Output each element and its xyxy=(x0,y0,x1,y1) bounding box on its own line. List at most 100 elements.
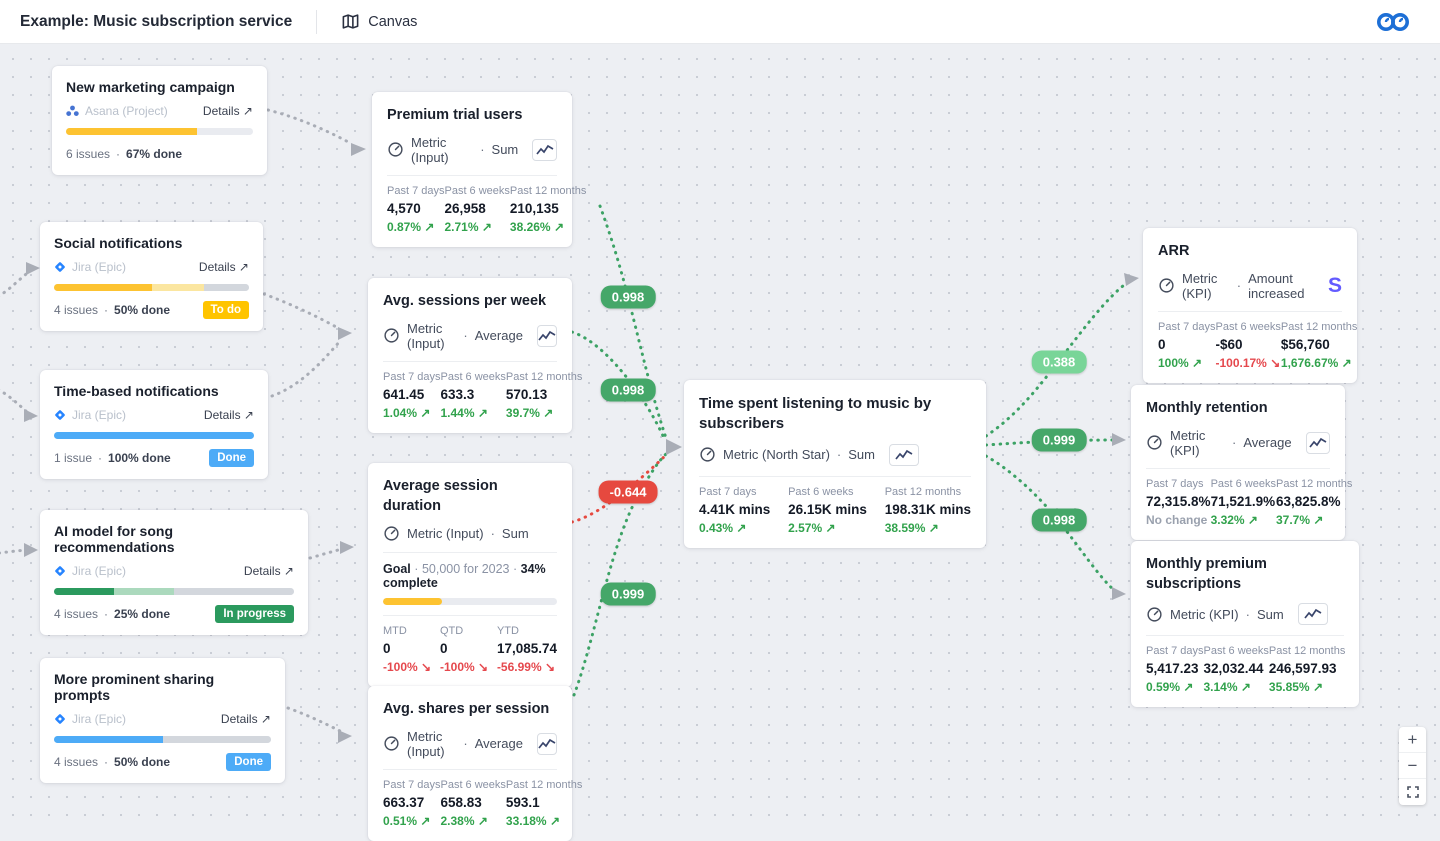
correlation-badge[interactable]: 0.998 xyxy=(601,379,656,402)
done-percent: 100% done xyxy=(108,451,171,465)
metric-value: 246,597.93 xyxy=(1269,661,1345,676)
metric-title: Avg. shares per session xyxy=(383,700,557,720)
work-card-ai-model[interactable]: AI model for song recommendations Jira (… xyxy=(40,510,308,635)
divider xyxy=(1158,311,1342,312)
chart-preview-button[interactable] xyxy=(889,444,919,466)
separator: · xyxy=(480,142,484,157)
metric-type: Metric (Input) xyxy=(407,526,484,541)
jira-icon xyxy=(54,713,66,725)
chart-preview-button[interactable] xyxy=(1306,432,1330,454)
canvas[interactable]: New marketing campaign Asana (Project) D… xyxy=(0,44,1440,823)
chart-preview-button[interactable] xyxy=(537,325,557,347)
period-label: Past 6 weeks xyxy=(1211,478,1276,490)
details-link[interactable]: Details ↗ xyxy=(199,260,249,274)
page-title: Example: Music subscription service xyxy=(20,13,292,31)
details-link[interactable]: Details ↗ xyxy=(204,408,254,422)
header-divider xyxy=(316,10,317,34)
metric-gauge-icon xyxy=(1146,606,1163,623)
separator: · xyxy=(513,562,517,576)
separator: · xyxy=(1232,435,1236,450)
metric-value: 0 xyxy=(1158,337,1215,352)
period-label: Past 7 days xyxy=(383,371,440,383)
metric-delta: No change xyxy=(1146,513,1211,527)
metric-delta: 33.18% ↗ xyxy=(506,814,582,828)
nav-canvas-label: Canvas xyxy=(368,14,417,30)
issues-count: 4 issues xyxy=(54,303,98,317)
period-label: YTD xyxy=(497,625,557,637)
work-card-time-based-notifications[interactable]: Time-based notifications Jira (Epic) Det… xyxy=(40,370,268,479)
progress-bar xyxy=(54,736,271,743)
metric-card-avg-shares[interactable]: Avg. shares per session Metric (Input) ·… xyxy=(368,686,572,841)
arrowhead xyxy=(666,439,682,455)
zoom-in-button[interactable]: + xyxy=(1399,727,1426,753)
metric-delta: 1.44% ↗ xyxy=(440,406,505,420)
correlation-badge[interactable]: 0.998 xyxy=(1032,509,1087,532)
doubleloop-logo[interactable] xyxy=(1375,9,1412,35)
metric-card-avg-session-duration[interactable]: Average session duration Metric (Input) … xyxy=(368,463,572,687)
metric-delta: -56.99% ↘ xyxy=(497,660,557,674)
edge-marketing-premiumtrial xyxy=(268,110,352,144)
metric-value: 198.31K mins xyxy=(885,502,971,517)
metric-delta: 3.32% ↗ xyxy=(1211,513,1276,527)
metric-agg: Average xyxy=(1243,435,1291,450)
stripe-icon: S xyxy=(1328,275,1342,296)
metric-delta: 3.14% ↗ xyxy=(1203,680,1268,694)
details-link[interactable]: Details ↗ xyxy=(221,712,271,726)
metric-title: Monthly premium subscriptions xyxy=(1146,555,1344,594)
correlation-badge[interactable]: 0.388 xyxy=(1032,351,1087,374)
period-label: Past 7 days xyxy=(1146,478,1211,490)
status-badge: To do xyxy=(203,301,249,319)
work-card-sharing-prompts[interactable]: More prominent sharing prompts Jira (Epi… xyxy=(40,658,285,783)
chart-preview-button[interactable] xyxy=(537,733,557,755)
separator: · xyxy=(837,447,841,462)
divider xyxy=(383,552,557,553)
edge-premiumtrial-northstar xyxy=(600,206,666,438)
chart-preview-button[interactable] xyxy=(1298,603,1328,625)
metric-title: Average session duration xyxy=(383,477,557,516)
metric-card-monthly-retention[interactable]: Monthly retention Metric (KPI) · Average… xyxy=(1131,385,1345,540)
nav-canvas[interactable]: Canvas xyxy=(341,12,417,31)
metric-delta: 2.57% ↗ xyxy=(788,521,867,535)
metric-card-avg-sessions[interactable]: Avg. sessions per week Metric (Input) · … xyxy=(368,278,572,433)
zoom-out-button[interactable]: − xyxy=(1399,753,1426,779)
metric-delta: -100% ↘ xyxy=(383,660,431,674)
card-title: More prominent sharing prompts xyxy=(54,671,271,703)
status-badge: Done xyxy=(209,449,254,467)
done-percent: 67% done xyxy=(126,147,182,161)
metric-delta: 2.71% ↗ xyxy=(444,220,509,234)
zoom-controls: + − xyxy=(1399,727,1426,805)
chart-preview-button[interactable] xyxy=(532,139,557,161)
separator: · xyxy=(414,562,418,576)
metric-value: 4.41K mins xyxy=(699,502,770,517)
metric-delta: 39.7% ↗ xyxy=(506,406,582,420)
correlation-badge[interactable]: 0.999 xyxy=(601,583,656,606)
metric-delta: 1,676.67% ↗ xyxy=(1281,356,1357,370)
period-label: Past 12 months xyxy=(510,185,586,197)
period-label: Past 12 months xyxy=(1281,321,1357,333)
correlation-badge[interactable]: 0.999 xyxy=(1032,429,1087,452)
metric-card-premium-trial-users[interactable]: Premium trial users Metric (Input) · Sum… xyxy=(372,92,572,247)
fit-view-button[interactable] xyxy=(1399,779,1426,805)
metric-delta: 100% ↗ xyxy=(1158,356,1215,370)
card-title: Time-based notifications xyxy=(54,383,254,399)
period-label: Past 7 days xyxy=(699,486,770,498)
metric-type: Metric (North Star) xyxy=(723,447,830,462)
work-card-social-notifications[interactable]: Social notifications Jira (Epic) Details… xyxy=(40,222,263,331)
correlation-badge[interactable]: 0.998 xyxy=(601,286,656,309)
source-label: Jira (Epic) xyxy=(72,260,126,274)
metric-title: ARR xyxy=(1158,242,1342,262)
source-label: Jira (Epic) xyxy=(72,564,126,578)
jira-icon xyxy=(54,409,66,421)
work-card-new-marketing-campaign[interactable]: New marketing campaign Asana (Project) D… xyxy=(52,66,267,175)
details-link[interactable]: Details ↗ xyxy=(244,564,294,578)
goal-target: 50,000 for 2023 xyxy=(422,562,510,576)
metric-card-monthly-premium-subscriptions[interactable]: Monthly premium subscriptions Metric (KP… xyxy=(1131,541,1359,707)
details-link[interactable]: Details ↗ xyxy=(203,104,253,118)
metric-agg: Sum xyxy=(848,447,875,462)
progress-bar xyxy=(54,284,249,291)
metric-card-arr[interactable]: ARR Metric (KPI) · Amount increased S Pa… xyxy=(1143,228,1357,383)
metric-card-north-star[interactable]: Time spent listening to music by subscri… xyxy=(684,380,986,548)
correlation-badge[interactable]: -0.644 xyxy=(599,481,658,504)
issues-count: 4 issues xyxy=(54,755,98,769)
divider xyxy=(383,769,557,770)
